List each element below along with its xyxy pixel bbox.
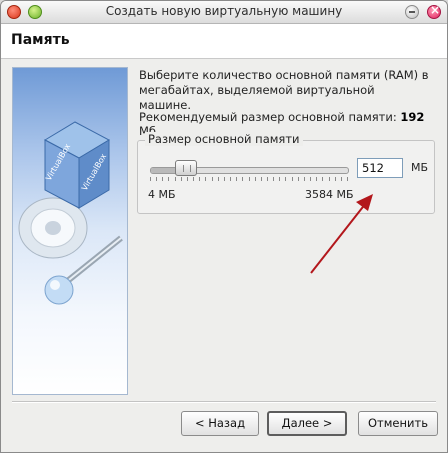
wizard-window: Создать новую виртуальную машину Память … (0, 0, 448, 453)
red-arrow-icon (356, 194, 373, 211)
annotation-arrow (310, 194, 373, 274)
